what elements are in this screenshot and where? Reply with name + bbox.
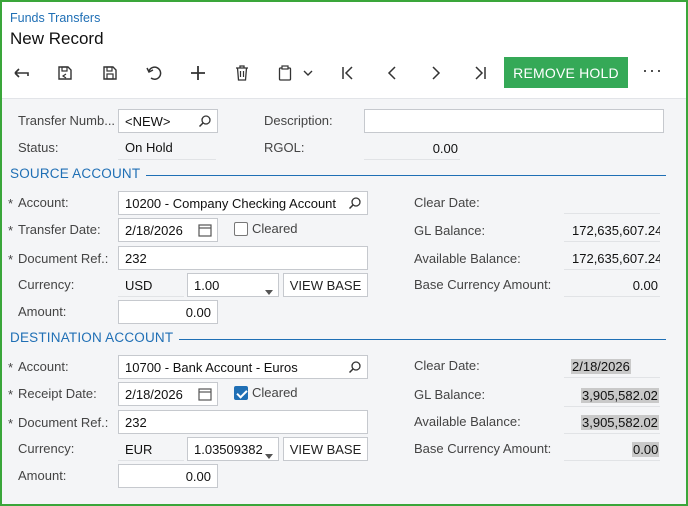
rgol-value: 0.00 xyxy=(432,141,458,156)
destination-base-currency-label: Base Currency Amount: xyxy=(414,441,552,456)
source-gl-balance-underline xyxy=(564,241,660,242)
source-currency-underline xyxy=(118,296,184,297)
description-input[interactable] xyxy=(364,109,664,133)
receipt-date-value: 2/18/2026 xyxy=(125,386,183,402)
more-actions-icon[interactable]: ··· xyxy=(642,60,663,81)
destination-currency-underline xyxy=(118,460,184,461)
source-clear-date-label: Clear Date: xyxy=(414,195,480,210)
destination-available-balance-underline xyxy=(564,433,660,434)
caret-down-icon[interactable] xyxy=(265,447,273,460)
destination-docref-input[interactable]: 232 xyxy=(118,410,368,434)
save-and-close-icon[interactable] xyxy=(54,60,76,86)
save-icon[interactable] xyxy=(99,60,121,86)
source-available-balance-clip: 172,635,607.24 xyxy=(564,251,660,266)
source-view-base-button[interactable]: VIEW BASE xyxy=(283,273,368,297)
receipt-date-input[interactable]: 2/18/2026 xyxy=(118,382,218,406)
transfer-number-label: Transfer Numb... xyxy=(18,113,116,128)
remove-hold-button[interactable]: REMOVE HOLD xyxy=(504,57,628,88)
rgol-label: RGOL: xyxy=(264,140,305,155)
destination-clear-date-label: Clear Date: xyxy=(414,358,480,373)
source-available-balance-value: 172,635,607.24 xyxy=(572,251,660,266)
status-value: On Hold xyxy=(125,140,173,155)
transfer-date-value: 2/18/2026 xyxy=(125,222,183,238)
status-underline xyxy=(118,159,216,160)
caret-down-icon[interactable] xyxy=(265,283,273,296)
transfer-date-input[interactable]: 2/18/2026 xyxy=(118,218,218,242)
destination-account-input[interactable]: 10700 - Bank Account - Euros xyxy=(118,355,368,379)
next-record-icon[interactable] xyxy=(425,60,447,86)
source-account-value: 10200 - Company Checking Account xyxy=(125,195,337,211)
destination-clear-date-underline xyxy=(564,377,660,378)
source-currency-label: Currency: xyxy=(18,277,75,292)
window-frame: Funds Transfers New Record REMOVE HOLD ·… xyxy=(0,0,688,506)
destination-amount-input[interactable]: 0.00 xyxy=(118,464,218,488)
source-section-title: SOURCE ACCOUNT xyxy=(10,166,147,181)
search-icon[interactable] xyxy=(198,114,212,131)
source-rate-select[interactable]: 1.00 xyxy=(187,273,279,297)
clipboard-icon[interactable] xyxy=(274,60,296,86)
destination-gl-balance-value: 3,905,582.02 xyxy=(581,388,659,403)
source-cleared-label: Cleared xyxy=(252,221,298,236)
destination-view-base-button[interactable]: VIEW BASE xyxy=(283,437,368,461)
destination-rate-select[interactable]: 1.03509382 xyxy=(187,437,279,461)
destination-account-label: Account: xyxy=(8,359,69,375)
add-icon[interactable] xyxy=(187,60,209,86)
destination-currency-value[interactable]: EUR xyxy=(125,442,152,457)
source-base-currency-underline xyxy=(564,296,660,297)
destination-available-balance-label: Available Balance: xyxy=(414,414,521,429)
destination-docref-label: Document Ref.: xyxy=(8,415,108,431)
destination-rate-value: 1.03509382 xyxy=(194,441,263,457)
first-record-icon[interactable] xyxy=(337,60,359,86)
search-icon[interactable] xyxy=(348,360,362,377)
source-base-currency-label: Base Currency Amount: xyxy=(414,277,552,292)
rgol-underline xyxy=(364,159,460,160)
chevron-down-icon[interactable] xyxy=(300,60,316,86)
undo-icon[interactable] xyxy=(143,60,165,86)
transfer-number-value: <NEW> xyxy=(125,113,171,129)
destination-cleared-label: Cleared xyxy=(252,385,298,400)
page-title: New Record xyxy=(10,29,104,48)
destination-cleared-checkbox[interactable] xyxy=(234,386,248,400)
destination-clear-date-value: 2/18/2026 xyxy=(571,359,631,374)
source-rate-value: 1.00 xyxy=(194,277,220,293)
source-clear-date-underline xyxy=(564,213,660,214)
destination-account-value: 10700 - Bank Account - Euros xyxy=(125,359,298,375)
transfer-date-label: Transfer Date: xyxy=(8,222,101,238)
destination-available-balance-value: 3,905,582.02 xyxy=(581,415,659,430)
source-amount-input[interactable]: 0.00 xyxy=(118,300,218,324)
destination-amount-label: Amount: xyxy=(18,468,67,483)
calendar-icon[interactable] xyxy=(198,387,212,404)
source-account-label: Account: xyxy=(8,195,69,211)
source-gl-balance-label: GL Balance: xyxy=(414,223,486,238)
previous-record-icon[interactable] xyxy=(381,60,403,86)
destination-base-currency-underline xyxy=(564,460,660,461)
source-available-balance-underline xyxy=(564,269,660,270)
destination-gl-balance-label: GL Balance: xyxy=(414,387,486,402)
back-icon[interactable] xyxy=(10,60,32,86)
transfer-number-input[interactable]: <NEW> xyxy=(118,109,218,133)
description-label: Description: xyxy=(264,113,333,128)
source-currency-value[interactable]: USD xyxy=(125,278,152,293)
source-gl-balance-value: 172,635,607.24 xyxy=(572,223,660,238)
source-base-currency-value: 0.00 xyxy=(632,278,658,293)
status-label: Status: xyxy=(18,140,59,155)
destination-section-title: DESTINATION ACCOUNT xyxy=(10,330,180,345)
destination-currency-label: Currency: xyxy=(18,441,75,456)
last-record-icon[interactable] xyxy=(469,60,491,86)
search-icon[interactable] xyxy=(348,196,362,213)
source-cleared-checkbox[interactable] xyxy=(234,222,248,236)
source-available-balance-label: Available Balance: xyxy=(414,251,521,266)
source-account-input[interactable]: 10200 - Company Checking Account xyxy=(118,191,368,215)
destination-gl-balance-underline xyxy=(564,406,660,407)
breadcrumb[interactable]: Funds Transfers xyxy=(10,11,100,25)
source-docref-label: Document Ref.: xyxy=(8,251,108,267)
source-amount-label: Amount: xyxy=(18,304,67,319)
source-gl-balance-clip: 172,635,607.24 xyxy=(564,223,660,238)
top-bar: Funds Transfers New Record REMOVE HOLD ·… xyxy=(2,2,686,99)
destination-base-currency-value: 0.00 xyxy=(632,442,660,457)
delete-icon[interactable] xyxy=(231,60,253,86)
calendar-icon[interactable] xyxy=(198,223,212,240)
source-docref-input[interactable]: 232 xyxy=(118,246,368,270)
receipt-date-label: Receipt Date: xyxy=(8,386,97,402)
